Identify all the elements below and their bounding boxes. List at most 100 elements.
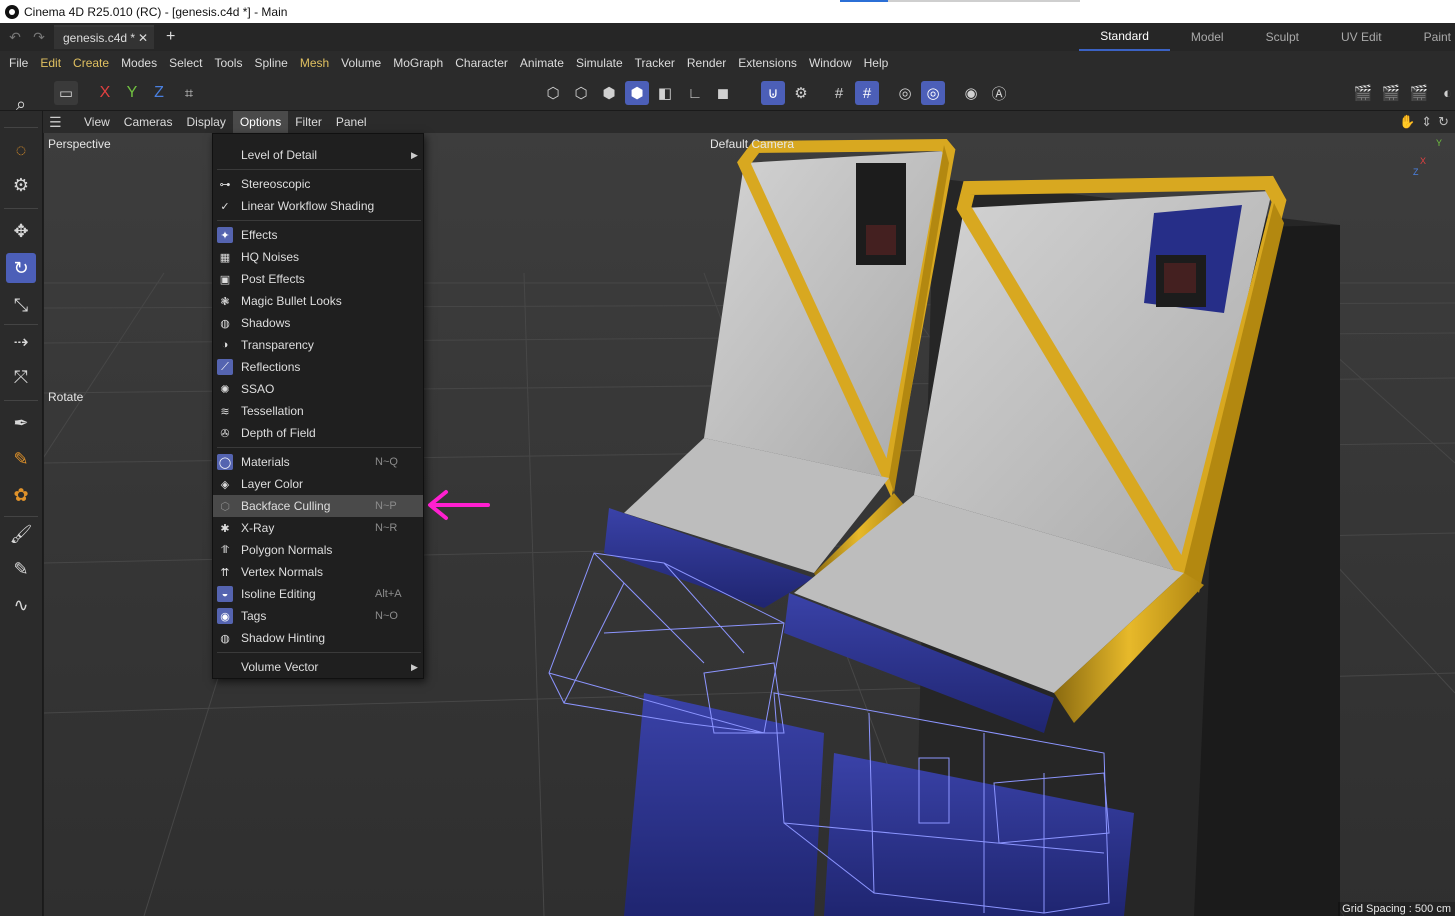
menu-item-tags[interactable]: ◉ Tags N~O bbox=[213, 605, 423, 627]
menu-tools[interactable]: Tools bbox=[208, 56, 248, 70]
menu-simulate[interactable]: Simulate bbox=[570, 56, 629, 70]
new-tab-button[interactable]: + bbox=[166, 28, 175, 46]
symmetry-icon[interactable]: ◎ bbox=[921, 81, 945, 105]
spline-smooth-icon[interactable]: ✿ bbox=[6, 480, 36, 510]
document-tab[interactable]: genesis.c4d * ✕ bbox=[54, 25, 154, 49]
spline-tool-icon[interactable]: ∿ bbox=[6, 590, 36, 620]
menu-window[interactable]: Window bbox=[803, 56, 858, 70]
move-tool-icon[interactable]: ✥ bbox=[6, 216, 36, 246]
snap-settings-icon[interactable]: ⚙ bbox=[789, 81, 813, 105]
menu-item-tessellation[interactable]: ≋ Tessellation bbox=[213, 400, 423, 422]
soft-selection-icon[interactable]: ◎ bbox=[893, 81, 917, 105]
transform-tool-icon[interactable]: ⇢ bbox=[6, 327, 36, 357]
menu-item-volume-vector[interactable]: Volume Vector ▶ bbox=[213, 656, 423, 678]
axis-x-lock[interactable]: X bbox=[93, 81, 117, 105]
menu-extensions[interactable]: Extensions bbox=[732, 56, 803, 70]
menu-tracker[interactable]: Tracker bbox=[629, 56, 681, 70]
menu-character[interactable]: Character bbox=[449, 56, 514, 70]
viewport-menu-view[interactable]: View bbox=[77, 111, 117, 133]
redo-icon[interactable]: ↷ bbox=[30, 29, 48, 46]
menu-modes[interactable]: Modes bbox=[115, 56, 163, 70]
object-manager-icon[interactable]: ▭ bbox=[54, 81, 78, 105]
menu-item-materials[interactable]: ◯ Materials N~Q bbox=[213, 451, 423, 473]
menu-item-vertex-normals[interactable]: ⇈ Vertex Normals bbox=[213, 561, 423, 583]
layout-standard[interactable]: Standard bbox=[1079, 23, 1170, 51]
dolly-icon[interactable]: ⇕ bbox=[1421, 114, 1432, 130]
hamburger-icon[interactable]: ☰ bbox=[49, 114, 71, 131]
menu-item-transparency[interactable]: ◑ Transparency bbox=[213, 334, 423, 356]
grid-icon[interactable]: # bbox=[827, 81, 851, 105]
close-tab-icon[interactable]: ✕ bbox=[138, 31, 148, 45]
layout-uv-edit[interactable]: UV Edit bbox=[1320, 23, 1403, 51]
pan-icon[interactable]: ✋ bbox=[1399, 114, 1415, 130]
menu-item-post-effects[interactable]: ▣ Post Effects bbox=[213, 268, 423, 290]
menu-spline[interactable]: Spline bbox=[248, 56, 293, 70]
menu-edit[interactable]: Edit bbox=[34, 56, 67, 70]
brush-tool-icon[interactable]: 🖌 bbox=[6, 519, 36, 549]
paint-tool-icon[interactable]: ✎ bbox=[6, 554, 36, 584]
menu-item-hq-noises[interactable]: ▦ HQ Noises bbox=[213, 246, 423, 268]
workplane-icon[interactable]: # bbox=[855, 81, 879, 105]
layout-model[interactable]: Model bbox=[1170, 23, 1245, 51]
selection-tool-icon[interactable]: ◌ bbox=[6, 135, 36, 165]
menu-render[interactable]: Render bbox=[681, 56, 732, 70]
undo-icon[interactable]: ↶ bbox=[6, 29, 24, 46]
orbit-icon[interactable]: ↻ bbox=[1438, 114, 1449, 130]
polygons-mode-icon[interactable]: ⬢ bbox=[597, 81, 621, 105]
spline-sketch-icon[interactable]: ✎ bbox=[6, 444, 36, 474]
uv-mode-icon[interactable]: ◧ bbox=[653, 81, 677, 105]
menu-item-isoline-editing[interactable]: ◒ Isoline Editing Alt+A bbox=[213, 583, 423, 605]
auto-keyframe-icon[interactable]: Ⓐ bbox=[987, 81, 1011, 105]
axis-z-lock[interactable]: Z bbox=[147, 81, 171, 105]
model-mode-icon[interactable]: ⬢ bbox=[625, 81, 649, 105]
viewport-camera-label[interactable]: Default Camera bbox=[710, 137, 794, 151]
edges-mode-icon[interactable]: ⬡ bbox=[569, 81, 593, 105]
viewport-menu-panel[interactable]: Panel bbox=[329, 111, 374, 133]
menu-item-polygon-normals[interactable]: ⥣ Polygon Normals bbox=[213, 539, 423, 561]
axis-y-lock[interactable]: Y bbox=[120, 81, 144, 105]
viewport-menu-filter[interactable]: Filter bbox=[288, 111, 329, 133]
menu-select[interactable]: Select bbox=[163, 56, 208, 70]
menu-item-ssao[interactable]: ✺ SSAO bbox=[213, 378, 423, 400]
redshift-icon[interactable]: ◐ bbox=[1440, 81, 1455, 105]
menu-create[interactable]: Create bbox=[67, 56, 115, 70]
menu-file[interactable]: File bbox=[3, 56, 34, 70]
tweak-mode-icon[interactable]: ◼ bbox=[711, 81, 735, 105]
viewport-menu-cameras[interactable]: Cameras bbox=[117, 111, 180, 133]
menu-item-xray[interactable]: ✱ X-Ray N~R bbox=[213, 517, 423, 539]
axis-mode-icon[interactable]: ∟ bbox=[683, 81, 707, 105]
menu-mesh[interactable]: Mesh bbox=[294, 56, 335, 70]
menu-item-magic-bullet[interactable]: ❃ Magic Bullet Looks bbox=[213, 290, 423, 312]
viewport-solo-icon[interactable]: ◉ bbox=[959, 81, 983, 105]
menu-item-backface-culling[interactable]: ⬡ Backface Culling N~P bbox=[213, 495, 423, 517]
menu-item-stereoscopic[interactable]: ⊶ Stereoscopic bbox=[213, 173, 423, 195]
placement-tool-icon[interactable]: ⤧ bbox=[6, 362, 36, 392]
menu-mograph[interactable]: MoGraph bbox=[387, 56, 449, 70]
menu-volume[interactable]: Volume bbox=[335, 56, 387, 70]
menu-item-level-of-detail[interactable]: Level of Detail ▶ bbox=[213, 144, 423, 166]
search-icon[interactable]: ⌕ bbox=[6, 89, 36, 119]
menu-item-depth-of-field[interactable]: ✇ Depth of Field bbox=[213, 422, 423, 444]
rotate-tool-icon[interactable]: ↻ bbox=[6, 253, 36, 283]
coordinate-system-icon[interactable]: ⌗ bbox=[177, 81, 201, 105]
layout-paint[interactable]: Paint bbox=[1403, 23, 1455, 51]
render-settings-icon[interactable]: 🎬 bbox=[1407, 81, 1431, 105]
menu-animate[interactable]: Animate bbox=[514, 56, 570, 70]
viewport-menu-options[interactable]: Options bbox=[232, 111, 289, 133]
viewport-projection-label[interactable]: Perspective bbox=[48, 137, 111, 151]
render-picture-viewer-icon[interactable]: 🎬 bbox=[1379, 81, 1403, 105]
menu-item-layer-color[interactable]: ◈ Layer Color bbox=[213, 473, 423, 495]
menu-item-shadows[interactable]: ◍ Shadows bbox=[213, 312, 423, 334]
menu-help[interactable]: Help bbox=[858, 56, 895, 70]
viewport-menu-display[interactable]: Display bbox=[179, 111, 232, 133]
menu-item-shadow-hinting[interactable]: ◍ Shadow Hinting bbox=[213, 627, 423, 649]
scale-tool-icon[interactable]: ⤡ bbox=[6, 290, 36, 320]
snap-icon[interactable]: ⊍ bbox=[761, 81, 785, 105]
menu-item-effects[interactable]: ✦ Effects bbox=[213, 224, 423, 246]
menu-item-linear-workflow[interactable]: ✓ Linear Workflow Shading bbox=[213, 195, 423, 217]
points-mode-icon[interactable]: ⬡ bbox=[541, 81, 565, 105]
selection-settings-icon[interactable]: ⚙ bbox=[6, 170, 36, 200]
spline-pen-icon[interactable]: ✒ bbox=[6, 408, 36, 438]
layout-sculpt[interactable]: Sculpt bbox=[1245, 23, 1320, 51]
menu-item-reflections[interactable]: ⟋ Reflections bbox=[213, 356, 423, 378]
